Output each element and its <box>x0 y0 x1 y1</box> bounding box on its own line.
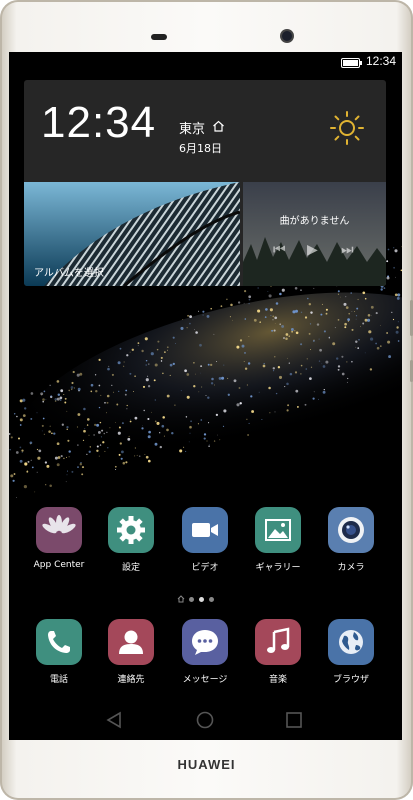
music-note-icon <box>255 619 301 665</box>
status-time: 12:34 <box>365 54 396 68</box>
navigation-bar <box>9 700 402 740</box>
music-panel[interactable]: 曲がありません ⏮ ▶ ⏭ <box>243 182 386 286</box>
music-label: 曲がありません <box>279 216 350 227</box>
next-track-icon[interactable]: ⏭ <box>341 242 354 258</box>
app-label: ビデオ <box>191 563 219 573</box>
gallery-app[interactable]: ギャラリー <box>239 507 317 573</box>
huawei-logo-icon <box>36 507 82 553</box>
video-camera-icon <box>182 507 228 553</box>
weather-clock-widget[interactable]: 12:34 東京 6月18日 アルバムを選択 曲がありません ⏮ ▶ ⏭ <box>24 80 386 286</box>
video-app[interactable]: ビデオ <box>166 507 244 573</box>
camera-app[interactable]: カメラ <box>312 507 390 573</box>
app-grid-row: App Center 設定 ビデオ ギャラリー カメラ <box>9 507 402 577</box>
front-camera <box>282 31 292 41</box>
app-label: 電話 <box>49 675 68 685</box>
phone-icon <box>36 619 82 665</box>
gear-icon <box>108 507 154 553</box>
widget-city: 東京 <box>179 122 206 137</box>
app-label: メッセージ <box>182 675 228 685</box>
app-label: 設定 <box>121 563 140 573</box>
contacts-app[interactable]: 連絡先 <box>92 619 170 685</box>
app-label: App Center <box>33 560 85 570</box>
app-label: カメラ <box>337 563 365 573</box>
app-center-app[interactable]: App Center <box>20 507 98 570</box>
album-panel[interactable]: アルバムを選択 <box>24 182 240 286</box>
app-label: ギャラリー <box>255 563 301 573</box>
widget-clock[interactable]: 12:34 <box>41 98 156 148</box>
page-indicator[interactable] <box>177 595 237 604</box>
app-label: 音楽 <box>268 675 287 685</box>
battery-icon <box>341 58 362 68</box>
phone-screen: 12:34 12:34 東京 6月18日 アルバムを選択 曲がありません ⏮ ▶… <box>9 52 402 740</box>
message-bubble-icon <box>182 619 228 665</box>
dock: 電話 連絡先 メッセージ 音楽 ブラウザ <box>9 619 402 689</box>
music-app[interactable]: 音楽 <box>239 619 317 685</box>
recent-apps-icon[interactable] <box>254 700 334 740</box>
app-label: ブラウザ <box>332 675 369 685</box>
brand-logo: HUAWEI <box>177 757 236 772</box>
home-icon <box>213 120 224 132</box>
previous-track-icon[interactable]: ⏮ <box>273 242 286 258</box>
album-label: アルバムを選択 <box>34 268 104 279</box>
globe-icon <box>328 619 374 665</box>
widget-date: 6月18日 <box>179 142 222 155</box>
status-bar: 12:34 <box>9 52 402 72</box>
sun-icon[interactable] <box>329 110 365 146</box>
phone-device: 12:34 12:34 東京 6月18日 アルバムを選択 曲がありません ⏮ ▶… <box>0 0 413 800</box>
night-forest-photo <box>243 182 386 286</box>
messages-app[interactable]: メッセージ <box>166 619 244 685</box>
contact-icon <box>108 619 154 665</box>
page-dot-active <box>199 597 204 602</box>
browser-app[interactable]: ブラウザ <box>312 619 390 685</box>
earpiece <box>151 34 167 40</box>
page-dot <box>189 597 194 602</box>
page-dot <box>209 597 214 602</box>
phone-app[interactable]: 電話 <box>20 619 98 685</box>
settings-app[interactable]: 設定 <box>92 507 170 573</box>
play-icon[interactable]: ▶ <box>307 242 318 258</box>
home-page-dot <box>177 595 185 603</box>
app-label: 連絡先 <box>117 675 145 685</box>
back-icon[interactable] <box>74 700 154 740</box>
camera-lens-icon <box>328 507 374 553</box>
home-button-icon[interactable] <box>165 700 245 740</box>
picture-icon <box>255 507 301 553</box>
